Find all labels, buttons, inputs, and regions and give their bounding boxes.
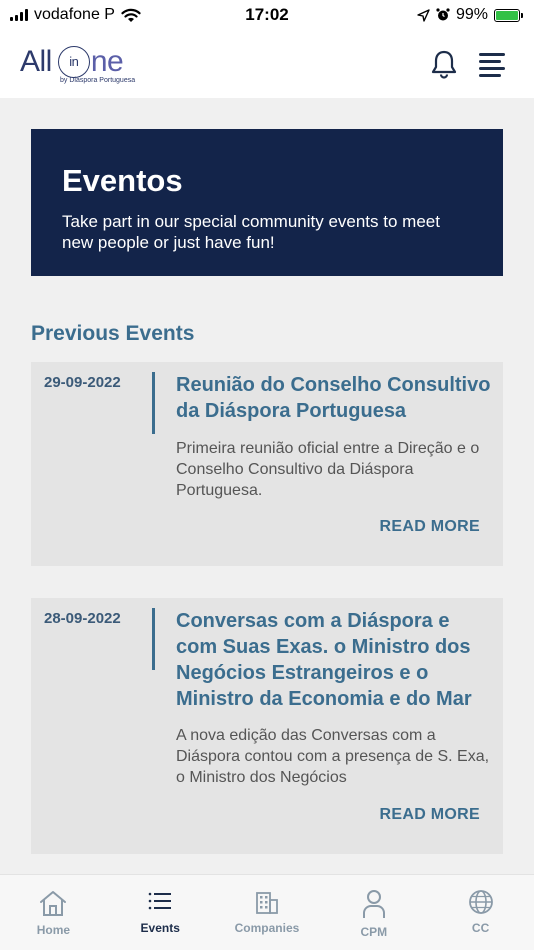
hero-description: Take part in our special community event…	[62, 212, 440, 252]
event-card[interactable]: 29-09-2022 Reunião do Conselho Consultiv…	[31, 362, 503, 566]
building-icon	[256, 892, 278, 914]
logo-text-in: in	[57, 45, 90, 78]
nav-events[interactable]: Events	[107, 875, 214, 950]
carrier-name: vodafone P	[34, 6, 115, 23]
event-divider-bar	[152, 372, 155, 434]
alarm-icon	[436, 8, 450, 21]
logo-subtitle: by Diáspora Portuguesa	[60, 76, 136, 84]
nav-companies-label: Companies	[234, 921, 300, 935]
header-actions	[430, 49, 506, 79]
read-more-link[interactable]: READ MORE	[380, 518, 480, 536]
nav-cpm[interactable]: CPM	[320, 875, 427, 950]
hero-title: Eventos	[62, 163, 183, 198]
event-date: 29-09-2022	[44, 374, 121, 391]
battery-charging-icon	[494, 8, 523, 22]
event-card[interactable]: 28-09-2022 Conversas com a Diáspora e co…	[31, 598, 503, 854]
event-divider-bar	[152, 608, 155, 670]
logo-text-all: All	[20, 44, 52, 78]
nav-events-label: Events	[140, 921, 180, 935]
events-hero-banner: Eventos Take part in our special communi…	[31, 129, 503, 276]
status-left: vodafone P	[10, 6, 141, 24]
nav-home-label: Home	[36, 923, 71, 937]
event-title[interactable]: Reunião do Conselho Consultivo da Diáspo…	[176, 372, 496, 424]
status-right: 99%	[417, 6, 523, 24]
hamburger-menu-icon	[479, 53, 505, 77]
allinone-logo[interactable]: All in ne by Diáspora Portuguesa	[20, 45, 135, 84]
event-description: Primeira reunião oficial entre a Direção…	[176, 440, 480, 499]
event-description: A nova edição das Conversas com a Diáspo…	[176, 727, 490, 786]
logo-wordmark: All in ne	[20, 45, 135, 79]
nav-companies[interactable]: Companies	[214, 875, 321, 950]
list-icon	[148, 892, 172, 910]
home-icon	[40, 891, 67, 916]
read-more-link[interactable]: READ MORE	[380, 806, 480, 824]
nav-home[interactable]: Home	[0, 875, 107, 950]
nav-cpm-label: CPM	[360, 925, 388, 939]
battery-percent: 99%	[455, 6, 488, 23]
location-arrow-icon	[417, 8, 430, 22]
bottom-navigation: Home Events Companies CPM CC	[0, 874, 534, 950]
nav-cc-label: CC	[471, 921, 490, 935]
logo-text-one: ne	[90, 44, 124, 78]
cellular-signal-icon	[10, 9, 28, 21]
notifications-button[interactable]	[430, 49, 458, 79]
bell-icon	[431, 50, 457, 79]
app-header: All in ne by Diáspora Portuguesa	[0, 30, 534, 98]
event-title[interactable]: Conversas com a Diáspora e com Suas Exas…	[176, 608, 496, 712]
menu-button[interactable]	[478, 51, 506, 77]
wifi-icon	[121, 8, 141, 22]
globe-icon	[468, 890, 493, 914]
section-title-previous-events: Previous Events	[31, 322, 195, 345]
nav-cc[interactable]: CC	[427, 875, 534, 950]
person-icon	[362, 890, 385, 918]
status-bar: vodafone P 17:02 99%	[0, 0, 534, 30]
event-date: 28-09-2022	[44, 610, 121, 627]
